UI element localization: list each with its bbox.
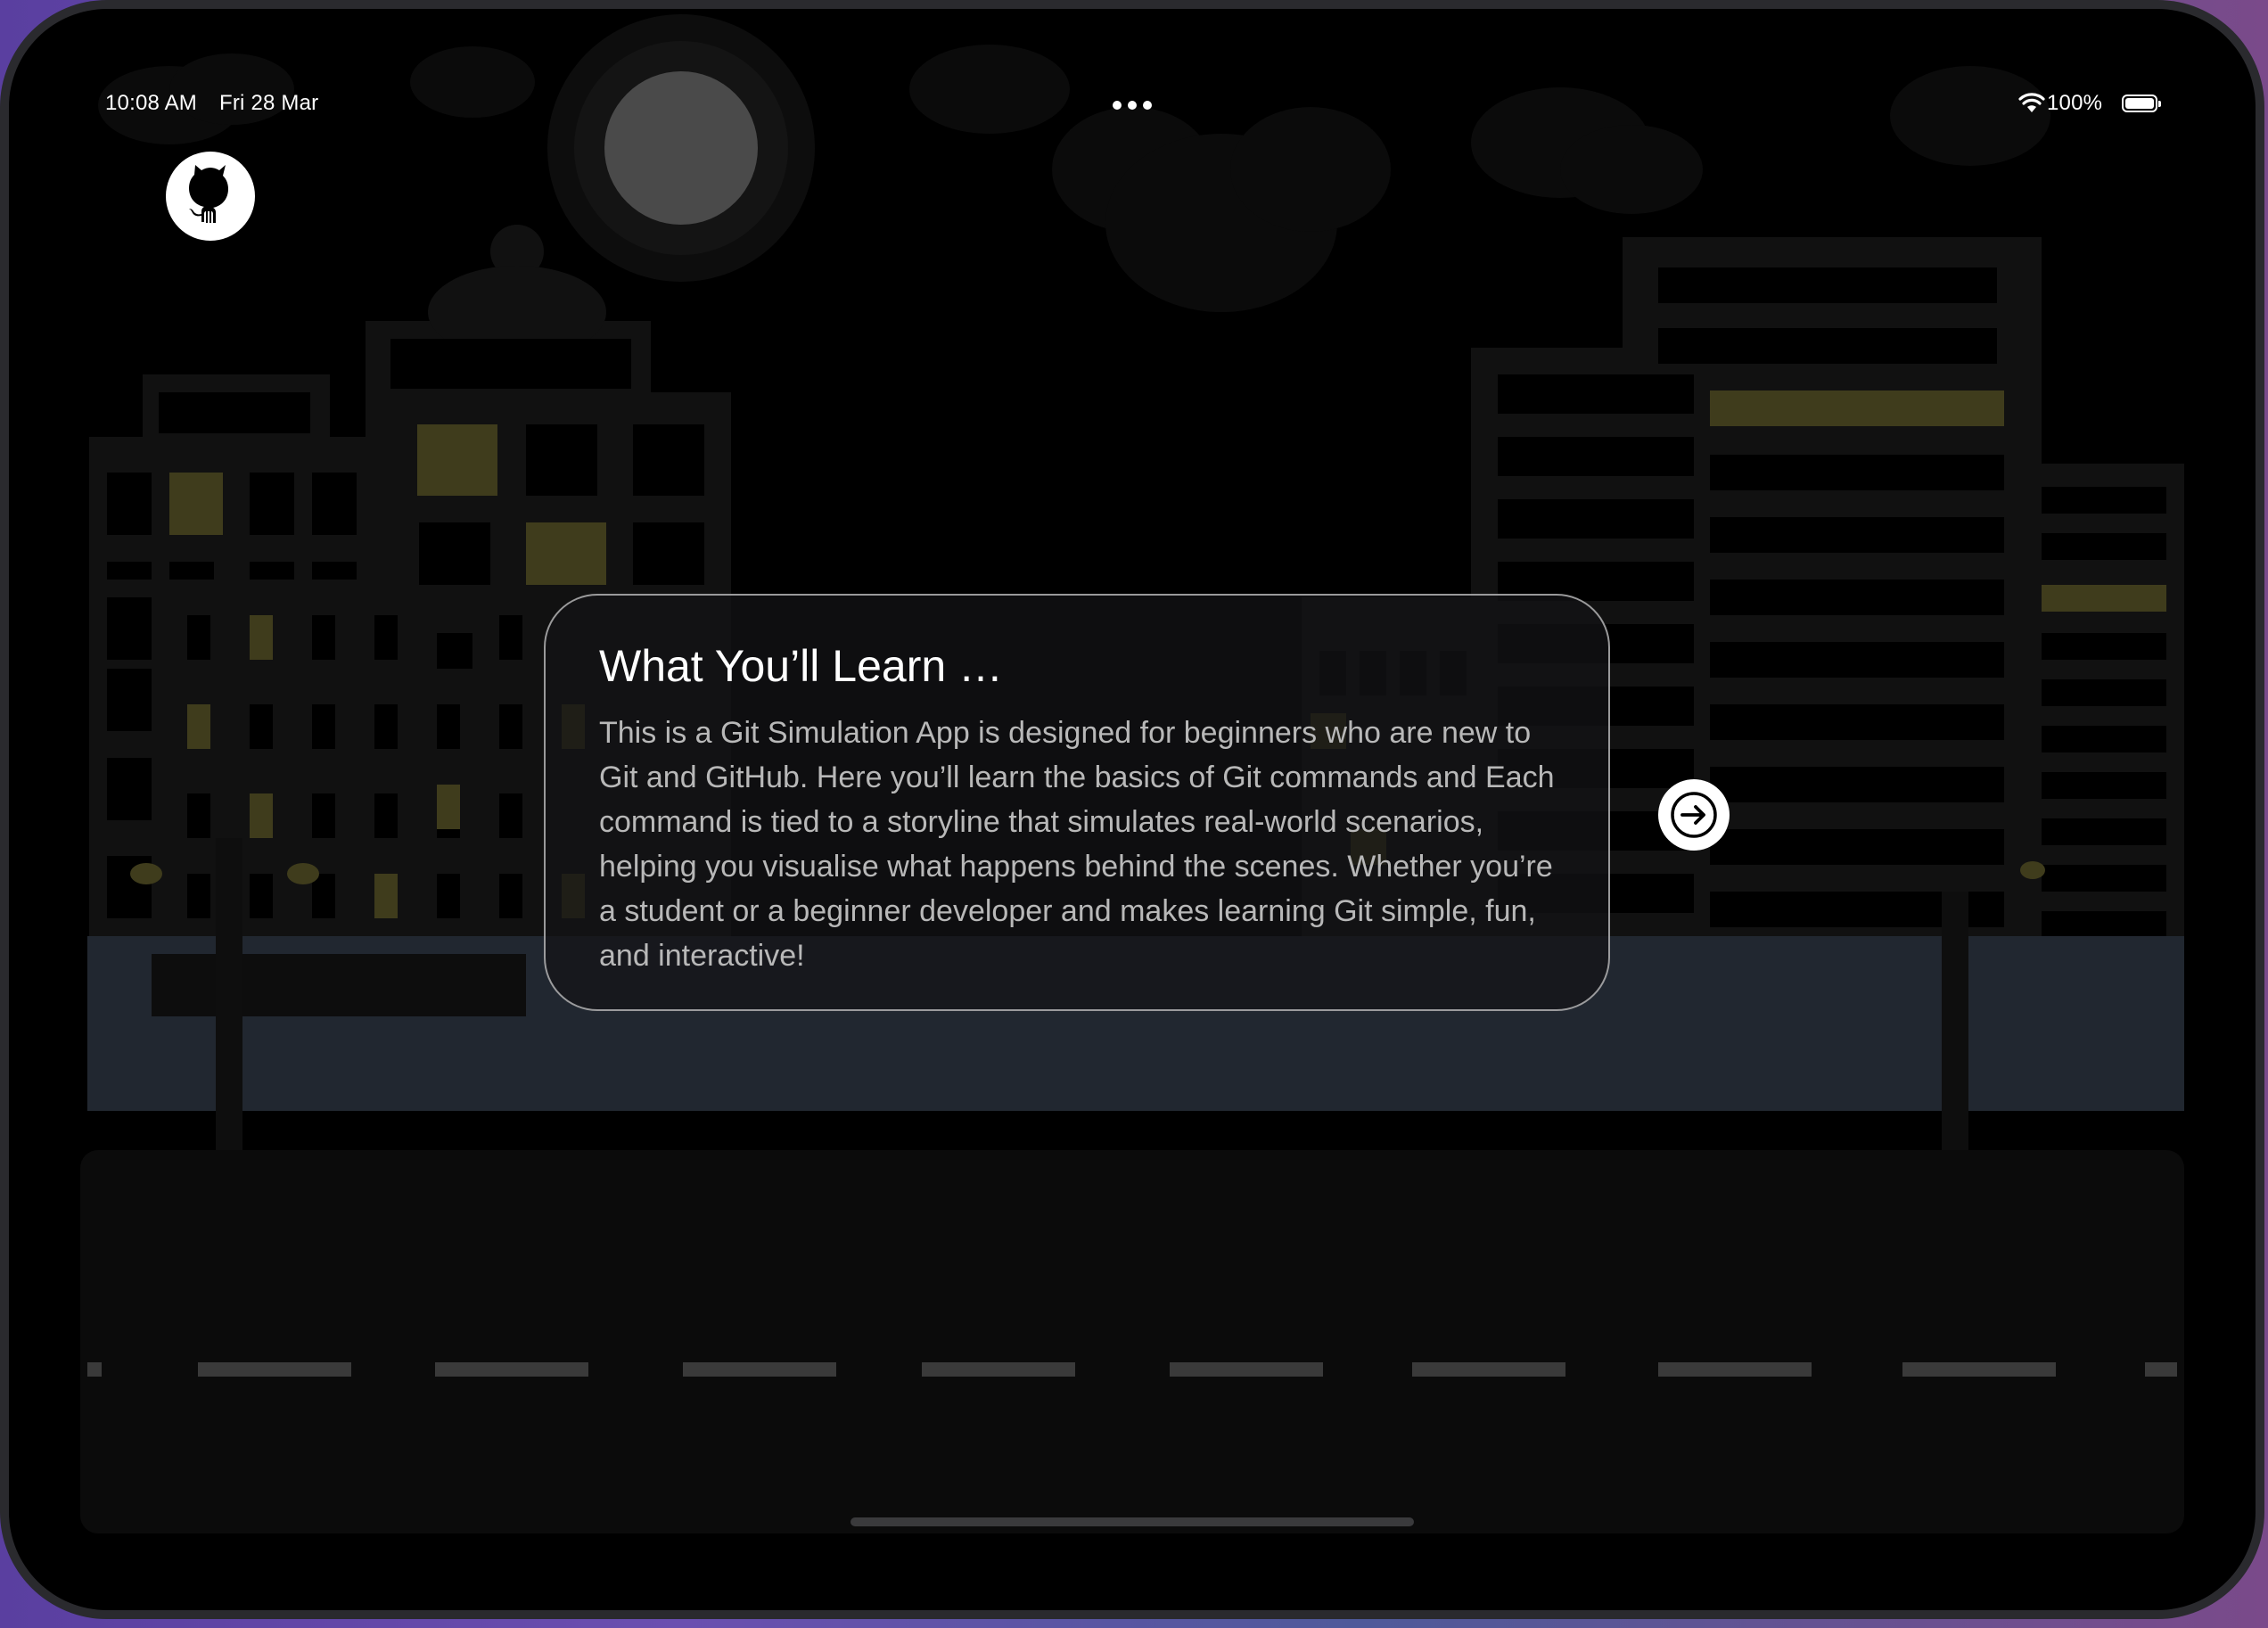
home-indicator[interactable]: [850, 1517, 1414, 1526]
battery-percentage: 100%: [2047, 91, 2103, 115]
status-date: Fri 28 Mar: [219, 91, 319, 115]
dock: [152, 954, 526, 1016]
status-time: 10:08 AM: [105, 91, 198, 115]
moon: [604, 71, 758, 225]
arrow-right-icon: [1671, 792, 1717, 838]
battery-icon: [2122, 95, 2161, 112]
github-octocat-icon: [189, 165, 228, 223]
wifi-icon: [2018, 93, 2045, 112]
next-button[interactable]: [1658, 779, 1730, 851]
app-screen: 10:08 AM Fri 28 Mar 100% What You’ll Lea…: [9, 9, 2256, 1610]
road: [80, 1150, 2184, 1533]
ipad-frame: 10:08 AM Fri 28 Mar 100% What You’ll Lea…: [0, 0, 2264, 1619]
multitask-dots-icon[interactable]: [1113, 98, 1166, 111]
info-card: What You’ll Learn … This is a Git Simula…: [544, 594, 1610, 1011]
github-button[interactable]: [166, 152, 255, 241]
info-card-title: What You’ll Learn …: [599, 641, 1004, 691]
info-card-body: This is a Git Simulation App is designed…: [599, 716, 1555, 973]
